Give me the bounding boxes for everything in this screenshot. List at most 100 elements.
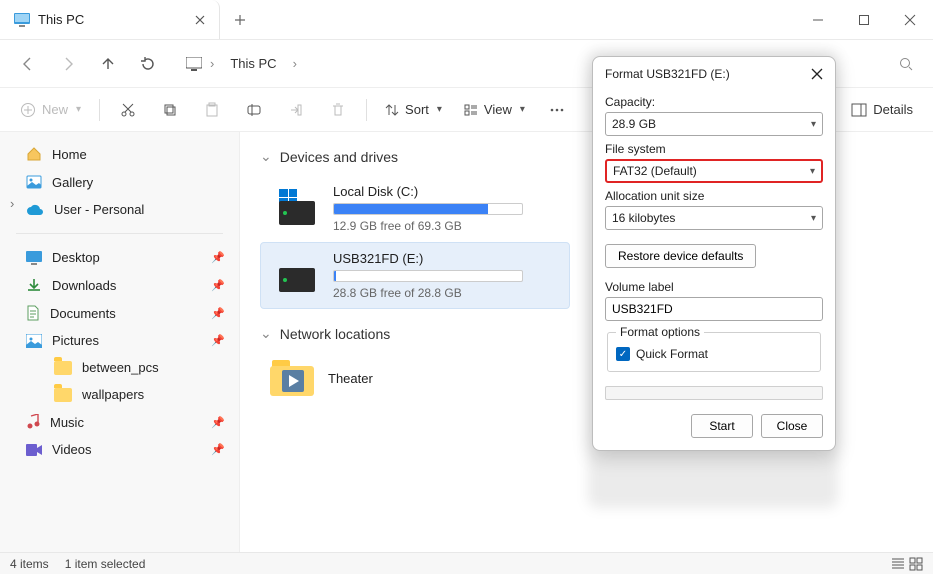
sidebar-item-gallery[interactable]: Gallery — [4, 168, 235, 196]
forward-button[interactable] — [50, 46, 86, 82]
capacity-select[interactable]: 28.9 GB ▾ — [605, 112, 823, 136]
cloud-icon — [26, 204, 44, 216]
copy-button[interactable] — [150, 94, 190, 126]
status-bar: 4 items 1 item selected — [0, 552, 933, 574]
format-dialog: Format USB321FD (E:) Capacity: 28.9 GB ▾… — [592, 56, 836, 451]
drive-local-disk-c[interactable]: Local Disk (C:) 12.9 GB free of 69.3 GB — [260, 175, 570, 242]
chevron-right-icon[interactable]: › — [289, 56, 301, 71]
restore-defaults-button[interactable]: Restore device defaults — [605, 244, 756, 268]
status-item-count: 4 items — [10, 557, 49, 571]
chevron-down-icon: ⌄ — [260, 325, 272, 342]
sidebar-item-user-onedrive[interactable]: User - Personal — [4, 196, 235, 223]
drive-name: Local Disk (C:) — [333, 184, 559, 199]
drive-usage-bar — [333, 270, 523, 282]
drive-free-space: 28.8 GB free of 28.8 GB — [333, 286, 559, 300]
close-button[interactable] — [887, 0, 933, 39]
sidebar-item-pictures[interactable]: Pictures 📌 — [4, 327, 235, 354]
rename-button[interactable] — [234, 94, 274, 126]
sidebar-item-documents[interactable]: Documents 📌 — [4, 299, 235, 327]
new-tab-button[interactable] — [220, 0, 260, 39]
dialog-close-button[interactable] — [811, 68, 823, 80]
pin-icon: 📌 — [211, 279, 225, 292]
paste-button[interactable] — [192, 94, 232, 126]
allocation-label: Allocation unit size — [605, 189, 823, 203]
monitor-icon — [14, 13, 30, 27]
music-icon — [26, 414, 40, 430]
drive-free-space: 12.9 GB free of 69.3 GB — [333, 219, 559, 233]
quick-format-checkbox[interactable]: ✓ Quick Format — [616, 347, 812, 361]
network-location-name: Theater — [328, 371, 373, 386]
start-button[interactable]: Start — [691, 414, 753, 438]
minimize-button[interactable] — [795, 0, 841, 39]
chevron-down-icon: ⌄ — [260, 148, 272, 165]
details-label: Details — [873, 102, 913, 117]
drive-icon — [271, 191, 319, 227]
sidebar-label: Documents — [50, 306, 116, 321]
home-icon — [26, 146, 42, 162]
chevron-right-icon[interactable]: › — [10, 196, 14, 211]
sidebar-label: Home — [52, 147, 87, 162]
sidebar-label: Desktop — [52, 250, 100, 265]
chevron-down-icon: ▾ — [811, 119, 816, 130]
section-title: Devices and drives — [280, 149, 398, 165]
filesystem-select[interactable]: FAT32 (Default) ▾ — [605, 159, 823, 183]
details-view-icon[interactable] — [891, 557, 905, 571]
sidebar-item-between-pcs[interactable]: between_pcs — [4, 354, 235, 381]
sort-label: Sort — [405, 102, 429, 117]
sidebar-label: between_pcs — [82, 360, 159, 375]
drive-icon — [271, 258, 319, 294]
allocation-select[interactable]: 16 kilobytes ▾ — [605, 206, 823, 230]
sidebar-label: Music — [50, 415, 84, 430]
folder-icon — [54, 361, 72, 375]
back-button[interactable] — [10, 46, 46, 82]
cut-button[interactable] — [108, 94, 148, 126]
sidebar-item-downloads[interactable]: Downloads 📌 — [4, 271, 235, 299]
checkbox-checked-icon: ✓ — [616, 347, 630, 361]
sidebar-item-desktop[interactable]: Desktop 📌 — [4, 244, 235, 271]
pin-icon: 📌 — [211, 443, 225, 456]
pin-icon: 📌 — [211, 251, 225, 264]
delete-button[interactable] — [318, 94, 358, 126]
pin-icon: 📌 — [211, 416, 225, 429]
tab-title: This PC — [38, 12, 84, 27]
titlebar: This PC — [0, 0, 933, 40]
tab-this-pc[interactable]: This PC — [0, 0, 220, 39]
pictures-icon — [26, 334, 42, 348]
drive-usb-e[interactable]: USB321FD (E:) 28.8 GB free of 28.8 GB — [260, 242, 570, 309]
close-format-button[interactable]: Close — [761, 414, 823, 438]
breadcrumb-location[interactable]: This PC — [222, 56, 284, 71]
window-controls — [795, 0, 933, 39]
more-button[interactable] — [537, 94, 577, 126]
status-selection-count: 1 item selected — [65, 557, 146, 571]
pin-icon: 📌 — [211, 307, 225, 320]
chevron-right-icon[interactable]: › — [206, 56, 218, 71]
sort-button[interactable]: Sort ▾ — [375, 94, 452, 126]
capacity-label: Capacity: — [605, 95, 823, 109]
sidebar-label: Videos — [52, 442, 92, 457]
up-button[interactable] — [90, 46, 126, 82]
format-options-legend: Format options — [616, 325, 704, 339]
sidebar-label: Downloads — [52, 278, 116, 293]
volume-label-caption: Volume label — [605, 280, 823, 294]
search-icon — [899, 57, 913, 71]
sidebar-item-wallpapers[interactable]: wallpapers — [4, 381, 235, 408]
sidebar-item-videos[interactable]: Videos 📌 — [4, 436, 235, 463]
monitor-icon — [186, 57, 202, 71]
sidebar-item-music[interactable]: Music 📌 — [4, 408, 235, 436]
view-button[interactable]: View ▾ — [454, 94, 535, 126]
new-button[interactable]: New ▾ — [10, 94, 91, 126]
drive-name: USB321FD (E:) — [333, 251, 559, 266]
maximize-button[interactable] — [841, 0, 887, 39]
refresh-button[interactable] — [130, 46, 166, 82]
sidebar-item-home[interactable]: Home — [4, 140, 235, 168]
details-pane-button[interactable]: Details — [841, 94, 923, 126]
share-button[interactable] — [276, 94, 316, 126]
tab-close-icon[interactable] — [195, 15, 205, 25]
documents-icon — [26, 305, 40, 321]
pin-icon: 📌 — [211, 334, 225, 347]
allocation-value: 16 kilobytes — [612, 211, 675, 225]
format-options-group: Format options ✓ Quick Format — [607, 325, 821, 372]
quick-format-label: Quick Format — [636, 347, 708, 361]
large-icons-view-icon[interactable] — [909, 557, 923, 571]
volume-label-input[interactable] — [605, 297, 823, 321]
